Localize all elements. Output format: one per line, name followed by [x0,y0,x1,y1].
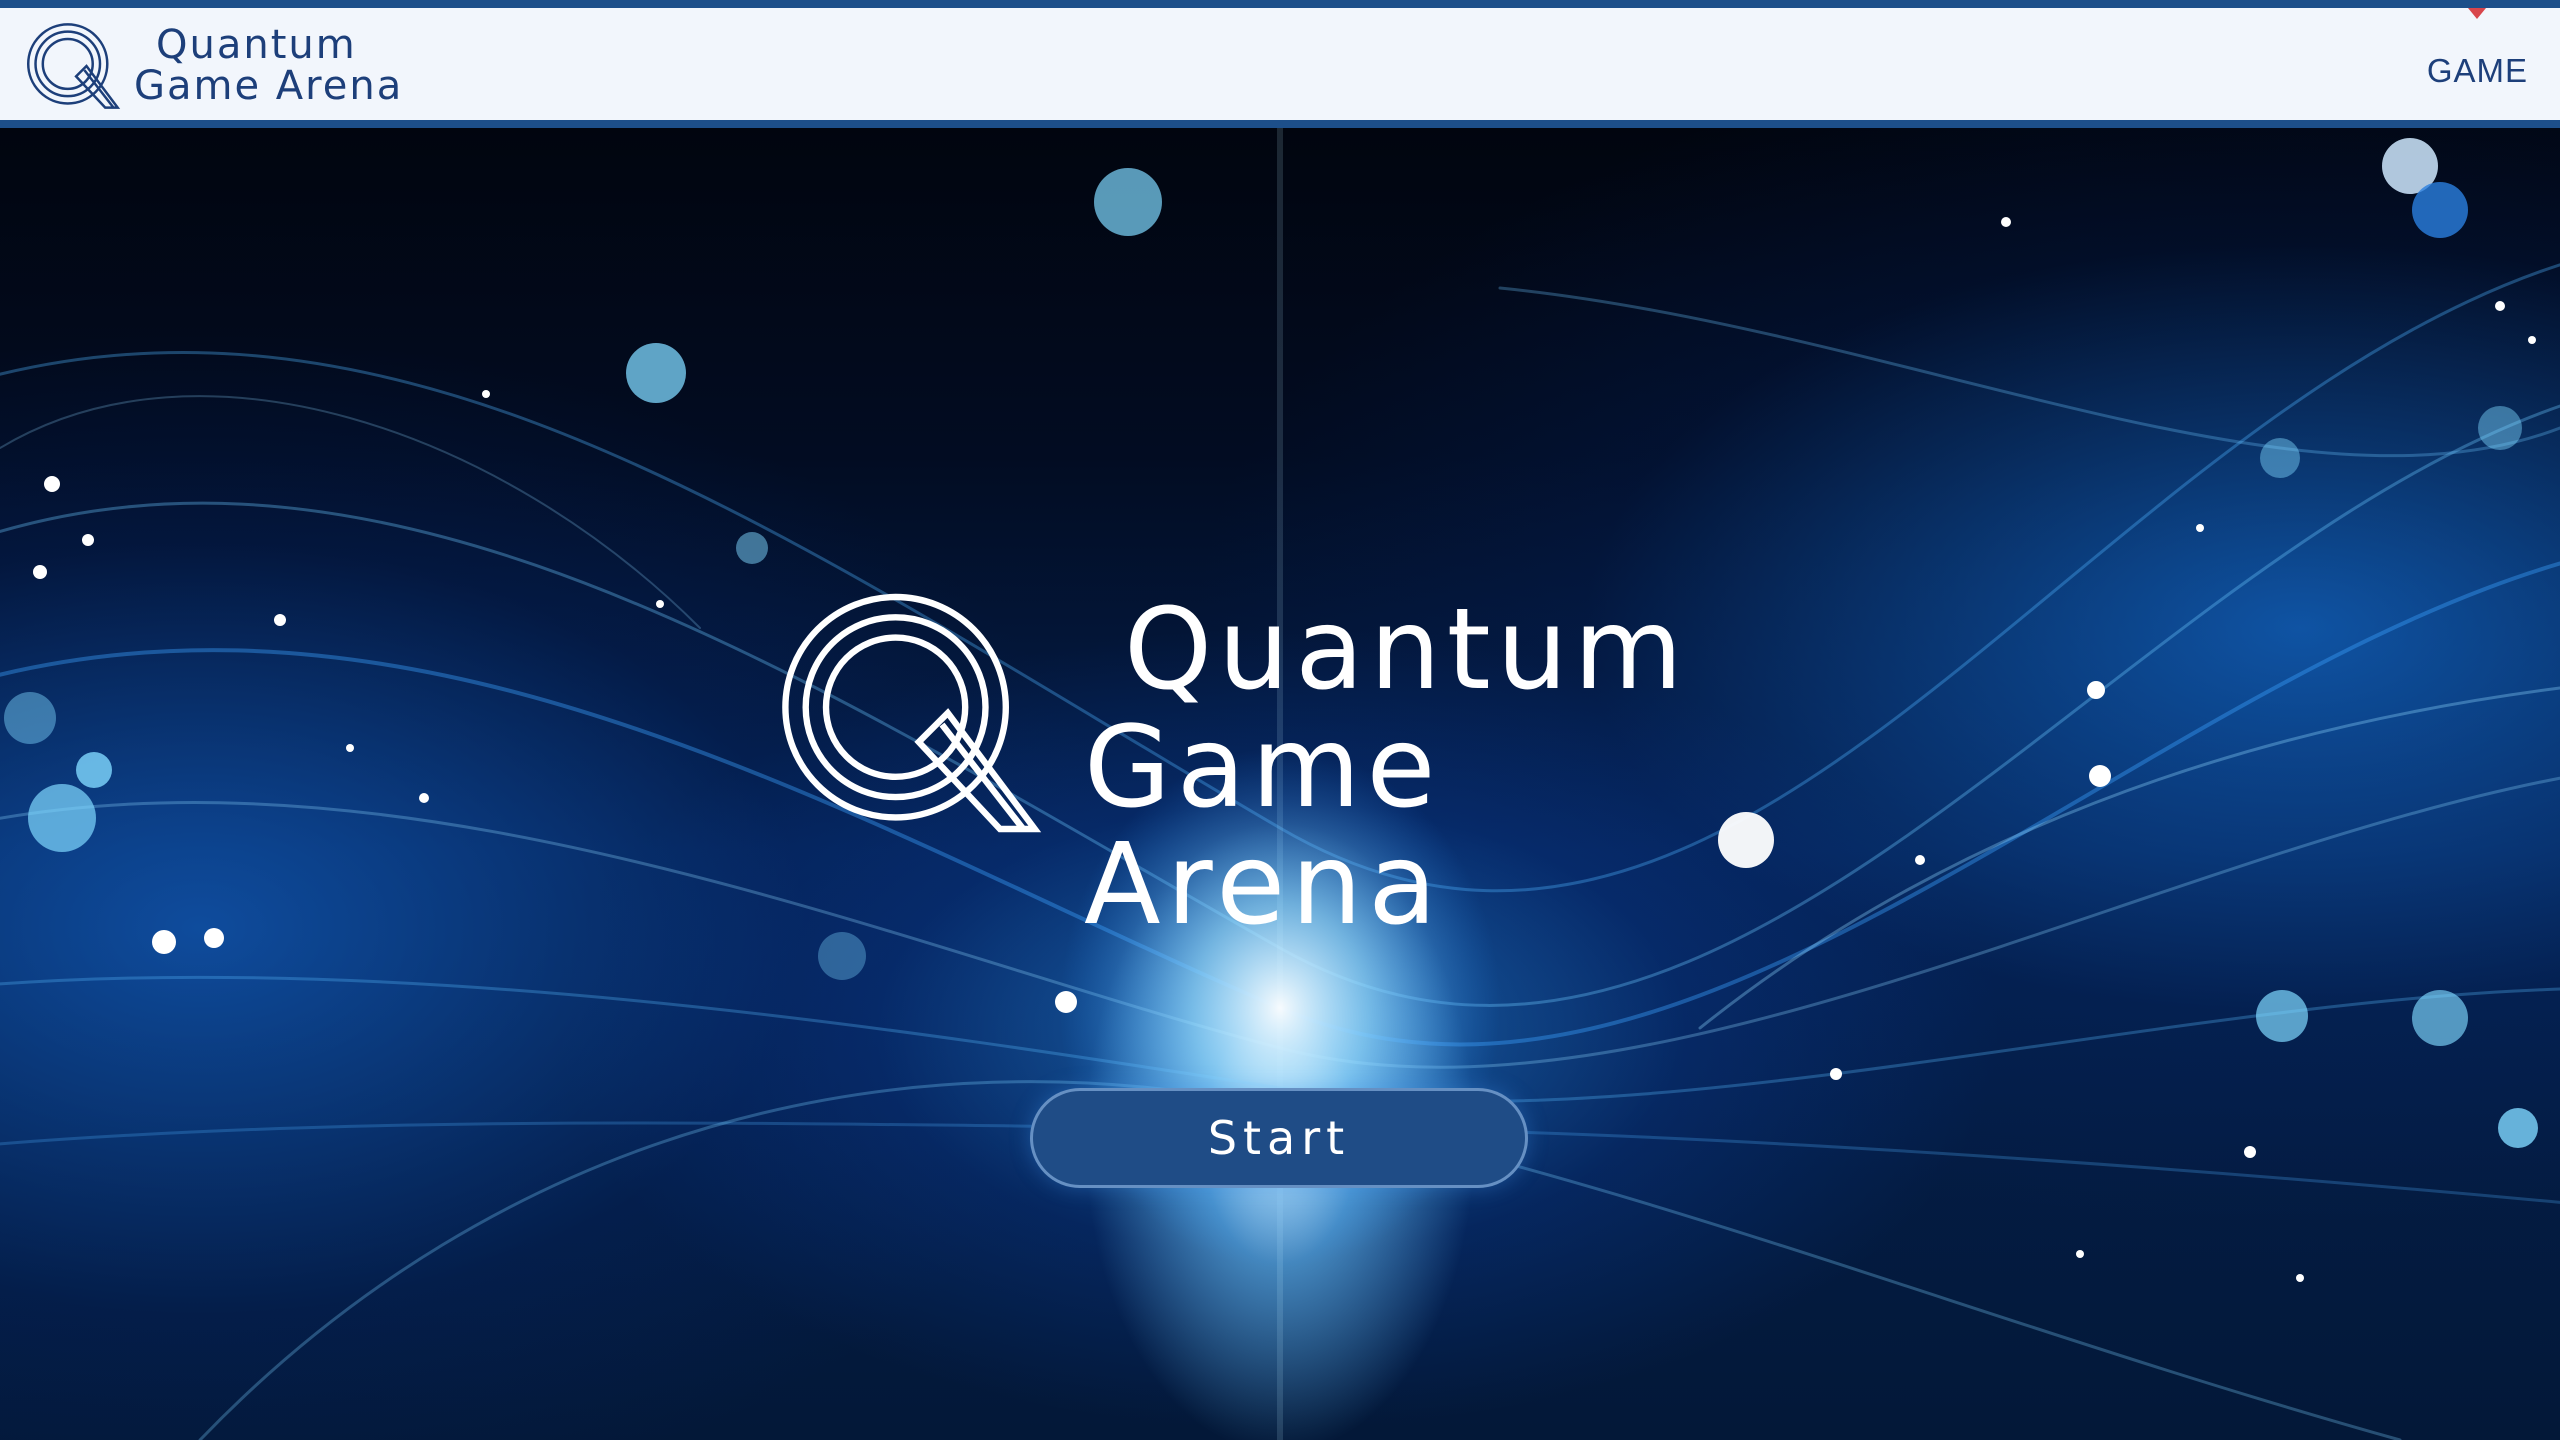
active-marker-icon [2468,8,2487,19]
game-title-logo: Quantum Game Arena [768,578,1808,978]
q-logo-icon [26,23,121,109]
hero-section: Quantum Game Arena Start [0,128,2560,1440]
game-title-line2: Game Arena [1084,702,1443,951]
top-accent-bar [0,0,2560,8]
top-navigation-bar: Quantum Game Arena GAME [0,8,2560,128]
game-title-line1: Quantum [1124,585,1689,715]
nav-item-game[interactable]: GAME [2427,8,2528,120]
q-logo-icon [782,593,1042,833]
brand-name-line2: Game Arena [134,63,404,109]
brand-name-line1: Quantum [156,22,357,69]
brand-logo-link[interactable]: Quantum Game Arena [22,16,403,116]
start-button[interactable]: Start [1030,1088,1528,1188]
nav-game-label: GAME [2426,52,2528,89]
